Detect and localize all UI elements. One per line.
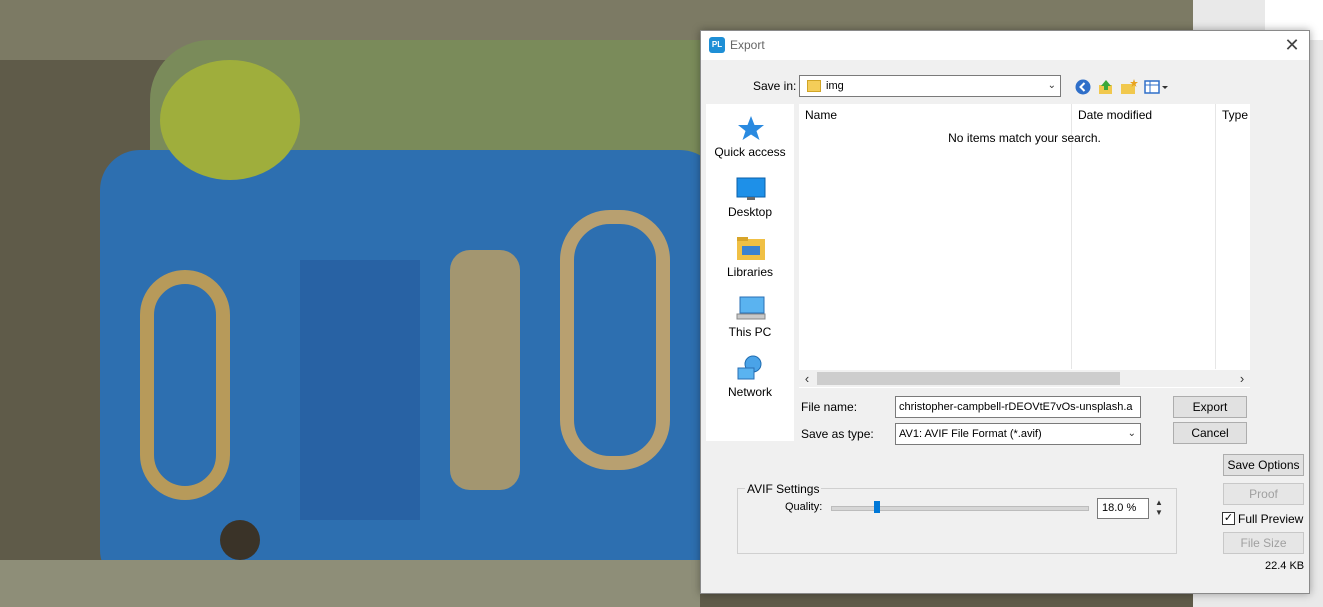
new-folder-icon[interactable] [1120,78,1138,96]
scroll-left-icon[interactable]: ‹ [799,370,815,387]
places-bar: Quick access Desktop Libraries This PC N… [706,104,794,441]
column-header-date-modified[interactable]: Date modified [1072,104,1215,126]
place-label: Network [727,385,772,399]
quality-slider[interactable] [831,506,1089,511]
file-name-label: File name: [801,400,858,414]
avif-settings-title: AVIF Settings [745,482,822,496]
libraries-folder-icon [737,237,765,260]
export-dialog: PL Export ✕ Save in: img ⌄ Quick access [700,30,1310,594]
horizontal-scrollbar[interactable]: ‹ › [799,370,1250,387]
place-network[interactable]: Network [706,350,794,406]
place-label: Quick access [714,145,786,159]
network-icon [737,355,762,380]
file-name-field[interactable]: christopher-campbell-rDEOVtE7vOs-unsplas… [895,396,1141,418]
scroll-right-icon[interactable]: › [1234,370,1250,387]
save-options-button[interactable]: Save Options [1223,454,1304,476]
place-label: This PC [728,325,772,339]
close-button[interactable]: ✕ [1279,33,1305,57]
view-menu-icon[interactable] [1144,78,1170,96]
save-in-label: Save in: [753,79,797,93]
quality-spinner[interactable]: ▲ ▼ [1153,498,1165,519]
back-icon[interactable] [1074,78,1092,96]
full-preview-checkbox[interactable]: ✓ [1222,512,1235,525]
cancel-button[interactable]: Cancel [1173,422,1247,444]
place-quick-access[interactable]: Quick access [706,110,794,166]
quality-input[interactable]: 18.0 % [1097,498,1149,519]
quick-access-star-icon [738,116,764,140]
save-as-type-select[interactable]: AV1: AVIF File Format (*.avif) ⌄ [895,423,1141,445]
save-as-type-value: AV1: AVIF File Format (*.avif) [899,428,1042,440]
save-in-combobox[interactable]: img ⌄ [799,75,1061,97]
desktop-icon [736,177,766,200]
spin-up-icon[interactable]: ▲ [1153,498,1165,508]
up-folder-icon[interactable] [1097,78,1115,96]
save-in-value: img [826,80,844,92]
place-this-pc[interactable]: This PC [706,290,794,346]
spin-down-icon[interactable]: ▼ [1153,508,1165,518]
place-desktop[interactable]: Desktop [706,170,794,226]
file-list[interactable]: ⌃ Name Date modified Type No items match… [799,104,1250,388]
chevron-down-icon: ⌄ [1127,428,1136,439]
full-preview-label: Full Preview [1238,512,1304,526]
chevron-down-icon: ⌄ [1047,80,1056,91]
file-size-value: 22.4 KB [1265,560,1305,572]
column-header-name[interactable]: Name [799,104,1071,126]
app-logo-icon: PL [709,37,725,53]
export-button[interactable]: Export [1173,396,1247,418]
place-label: Desktop [727,205,773,219]
file-size-button[interactable]: File Size [1223,532,1304,554]
dialog-title: Export [730,38,765,52]
file-name-value: christopher-campbell-rDEOVtE7vOs-unsplas… [899,401,1133,413]
empty-list-message: No items match your search. [948,131,1101,145]
save-as-type-label: Save as type: [801,427,874,441]
title-bar: PL Export ✕ [701,31,1309,60]
place-label: Libraries [726,265,774,279]
quality-label: Quality: [785,501,823,513]
folder-icon [807,80,821,93]
column-header-type[interactable]: Type [1216,104,1250,126]
this-pc-icon [736,296,766,320]
scrollbar-thumb[interactable] [817,372,1120,385]
quality-slider-thumb[interactable] [874,501,881,513]
proof-button[interactable]: Proof [1223,483,1304,505]
place-libraries[interactable]: Libraries [706,230,794,286]
